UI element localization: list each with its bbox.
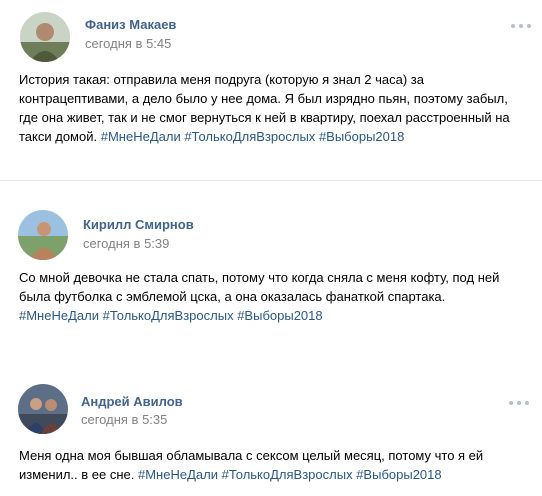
post-divider <box>0 180 542 181</box>
post-body: Со мной девочка не стала спать, потому ч… <box>19 270 500 304</box>
post-author[interactable]: Андрей Авилов <box>81 394 183 409</box>
hashtag-link[interactable]: #МнеНеДали <box>19 308 99 323</box>
hashtag-link[interactable]: #Выборы2018 <box>319 129 404 144</box>
hashtag-link[interactable]: #Выборы2018 <box>237 308 322 323</box>
avatar[interactable] <box>18 384 68 434</box>
post-time[interactable]: сегодня в 5:45 <box>85 36 171 51</box>
post-author[interactable]: Фаниз Макаев <box>85 17 176 32</box>
avatar[interactable] <box>20 12 70 62</box>
hashtag-link[interactable]: #Выборы2018 <box>356 467 441 482</box>
post-text: История такая: отправила меня подруга (к… <box>19 70 524 146</box>
post-3: Андрей Авилов сегодня в 5:35 Меня одна м… <box>0 370 542 496</box>
post-text: Со мной девочка не стала спать, потому ч… <box>19 268 524 325</box>
post-time[interactable]: сегодня в 5:39 <box>83 236 169 251</box>
post-author[interactable]: Кирилл Смирнов <box>83 217 194 232</box>
hashtag-link[interactable]: #МнеНеДали <box>101 129 181 144</box>
hashtag-link[interactable]: #ТолькоДляВзрослых <box>222 467 353 482</box>
post-text: Меня одна моя бывшая обламывала с сексом… <box>19 446 524 484</box>
hashtag-link[interactable]: #ТолькоДляВзрослых <box>184 129 315 144</box>
hashtag-link[interactable]: #ТолькоДляВзрослых <box>103 308 234 323</box>
hashtag-link[interactable]: #МнеНеДали <box>138 467 218 482</box>
more-dots-icon[interactable] <box>511 22 531 30</box>
post-2: Кирилл Смирнов сегодня в 5:39 Со мной де… <box>0 196 542 356</box>
post-1: Фаниз Макаев сегодня в 5:45 История така… <box>0 0 542 180</box>
more-dots-icon[interactable] <box>509 399 529 407</box>
avatar[interactable] <box>18 210 68 260</box>
post-time[interactable]: сегодня в 5:35 <box>81 412 167 427</box>
